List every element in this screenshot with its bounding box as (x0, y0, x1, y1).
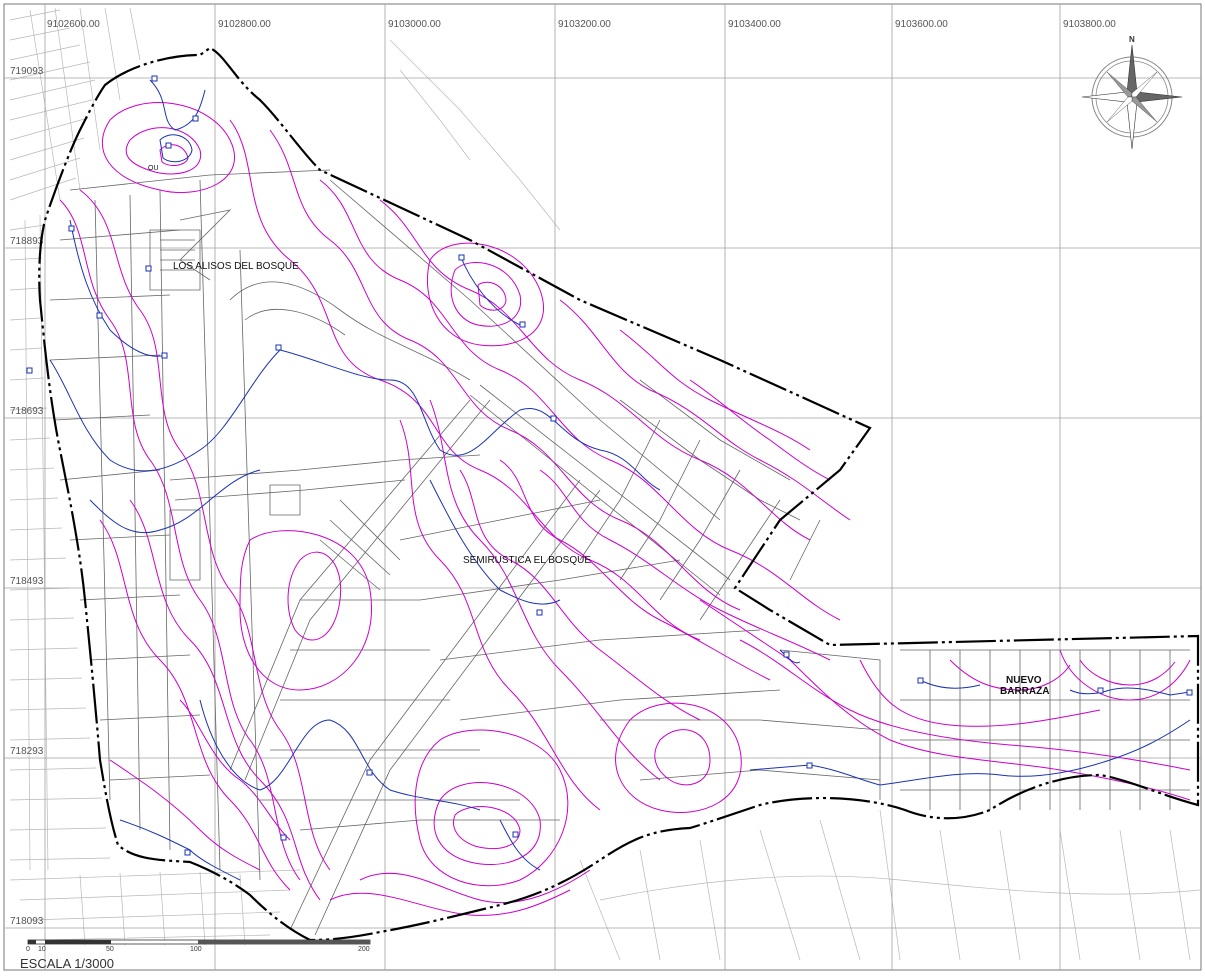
grid-y-label: 719093 (10, 66, 44, 77)
place-label-nuevo: NUEVO (1006, 675, 1042, 686)
scale-title: ESCALA 1/3000 (20, 956, 114, 971)
grid-y-label: 718893 (10, 236, 44, 247)
place-label-barraza: BARRAZA (1000, 686, 1049, 697)
scale-tick-label: 100 (190, 946, 202, 953)
scale-tick-label: 50 (106, 946, 114, 953)
scale-tick-label: 200 (358, 946, 370, 953)
scale-tick-label: 10 (38, 946, 46, 953)
grid-y-label: 718693 (10, 406, 44, 417)
grid-x-label: 9103600.00 (895, 19, 948, 30)
grid-x-label: 9103000.00 (388, 19, 441, 30)
grid-y-label: 718493 (10, 576, 44, 587)
grid-x-label: 9103800.00 (1063, 19, 1116, 30)
compass-north-letter: N (1129, 35, 1135, 44)
place-label-ou: OU (148, 165, 159, 172)
grid-y-label: 718293 (10, 746, 44, 757)
topographic-map[interactable]: 9102600.00 9102800.00 9103000.00 9103200… (0, 0, 1205, 978)
grid-x-label: 9103400.00 (728, 19, 781, 30)
grid-x-label: 9103200.00 (558, 19, 611, 30)
grid-x-label: 9102800.00 (218, 19, 271, 30)
place-label-los-alisos-del-bosque: LOS ALISOS DEL BOSQUE (173, 261, 299, 272)
grid-x-label: 9102600.00 (47, 19, 100, 30)
scale-tick-label: 0 (26, 946, 30, 953)
place-label-semirustica-el-bosque: SEMIRUSTICA EL BOSQUE (463, 555, 591, 566)
grid-y-label: 718093 (10, 916, 44, 927)
